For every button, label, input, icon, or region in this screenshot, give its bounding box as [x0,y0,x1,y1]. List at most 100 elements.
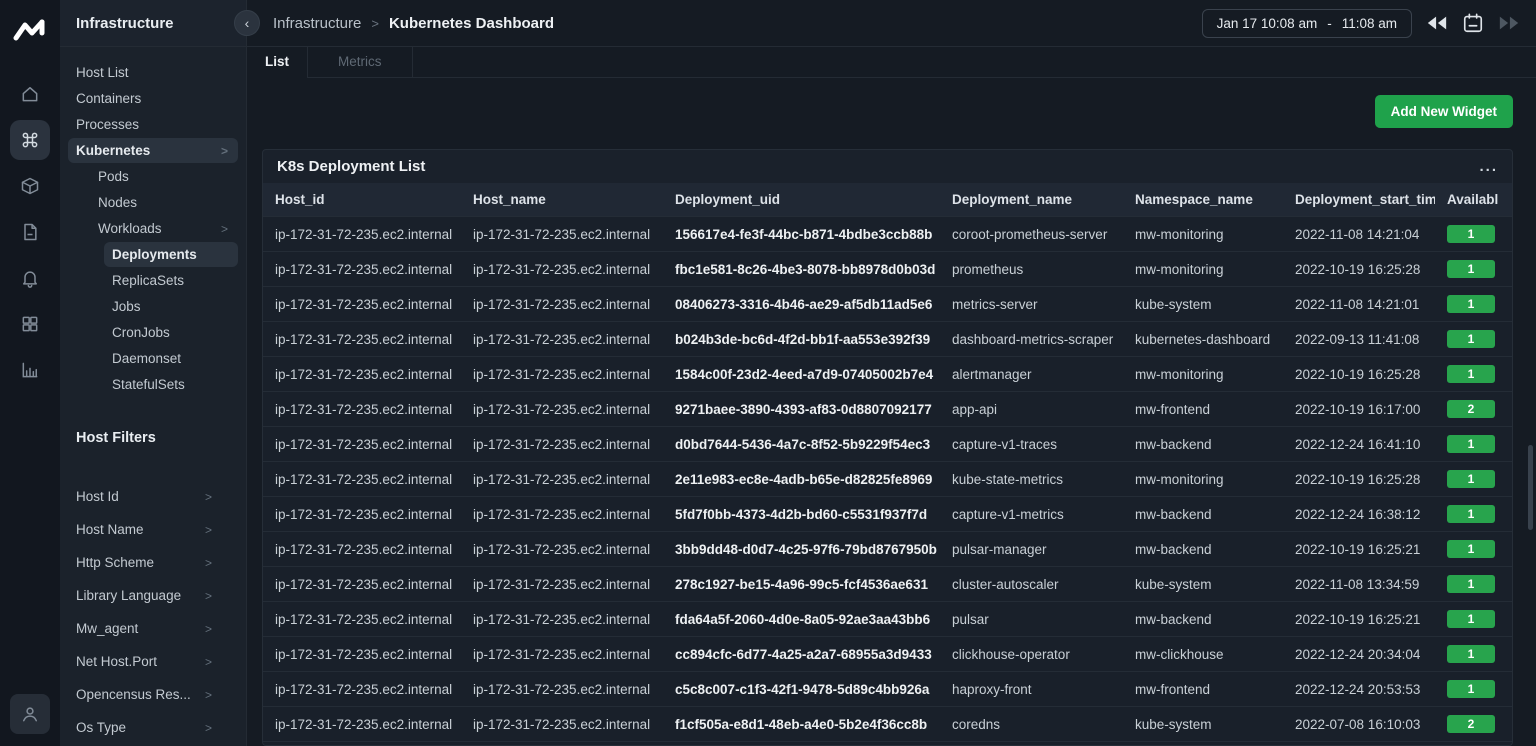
sidebar-item-kubernetes[interactable]: Kubernetes> [68,138,238,163]
tab-metrics[interactable]: Metrics [308,47,413,78]
bar-chart-icon[interactable] [10,350,50,390]
cell: ip-172-31-72-235.ec2.internal [461,322,663,357]
sidebar-item-processes[interactable]: Processes [68,112,238,137]
cell: 2022-11-08 14:21:01 [1283,287,1435,322]
home-icon[interactable] [10,74,50,114]
mw-wave-logo[interactable] [10,10,50,50]
back-button[interactable]: ‹ [234,10,260,36]
cell-deployment-uid: b024b3de-bc6d-4f2d-bb1f-aa553e392f39 [663,322,940,357]
cell: pulsar-manager [940,532,1123,567]
filter-item-mw-agent[interactable]: Mw_agent> [60,614,246,643]
filter-item-label: Http Scheme [76,555,154,570]
sidebar-item-statefulsets[interactable]: StatefulSets [104,372,238,397]
filter-item-label: Host Id [76,489,119,504]
sidebar-item-replicasets[interactable]: ReplicaSets [104,268,238,293]
cell: mw-backend [1123,532,1283,567]
user-icon[interactable] [10,694,50,734]
deployment-table: Host_idHost_nameDeployment_uidDeployment… [263,183,1512,745]
chevron-right-icon: > [221,222,228,236]
sidebar-item-nodes[interactable]: Nodes [90,190,238,215]
sidebar-item-label: Nodes [98,195,137,210]
table-row[interactable]: ip-172-31-72-235.ec2.internalip-172-31-7… [263,462,1512,497]
calendar-icon[interactable] [1462,12,1484,34]
cell: ip-172-31-72-235.ec2.internal [263,602,461,637]
available-count-badge: 1 [1447,610,1495,628]
cell: ip-172-31-72-235.ec2.internal [263,287,461,322]
available-count-badge: 1 [1447,680,1495,698]
cell: 2022-11-08 14:21:04 [1283,217,1435,252]
cell: app-api [940,392,1123,427]
table-row[interactable]: ip-172-31-72-235.ec2.internalip-172-31-7… [263,287,1512,322]
cell: capture-v1-metrics [940,497,1123,532]
filter-item-opencensus-res-[interactable]: Opencensus Res...> [60,680,246,709]
widget-menu-button[interactable]: ... [1479,162,1498,172]
table-row[interactable]: ip-172-31-72-235.ec2.internalip-172-31-7… [263,567,1512,602]
table-row[interactable]: ip-172-31-72-235.ec2.internalip-172-31-7… [263,707,1512,742]
filter-item-os-type[interactable]: Os Type> [60,713,246,742]
cell-deployment-uid: fbc1e581-8c26-4be3-8078-bb8978d0b03d [663,252,940,287]
table-row[interactable]: ip-172-31-72-235.ec2.internalip-172-31-7… [263,637,1512,672]
cell: mw-frontend [1123,672,1283,707]
cell-deployment-uid: 1584c00f-23d2-4eed-a7d9-07405002b7e4 [663,357,940,392]
table-row[interactable]: ip-172-31-72-235.ec2.internalip-172-31-7… [263,252,1512,287]
cell: 2022-12-24 16:41:10 [1283,427,1435,462]
cell-available: 1 [1435,322,1512,357]
available-count-badge: 1 [1447,365,1495,383]
table-row[interactable]: ip-172-31-72-235.ec2.internalip-172-31-7… [263,532,1512,567]
cell: ip-172-31-72-235.ec2.internal [461,217,663,252]
vertical-scrollbar[interactable] [1528,445,1533,530]
filter-item-library-language[interactable]: Library Language> [60,581,246,610]
table-row[interactable]: ip-172-31-72-235.ec2.internalip-172-31-7… [263,602,1512,637]
cell-available: 1 [1435,287,1512,322]
add-new-widget-button[interactable]: Add New Widget [1375,95,1513,128]
table-row[interactable]: ip-172-31-72-235.ec2.internalip-172-31-7… [263,322,1512,357]
cell: mw-monitoring [1123,217,1283,252]
breadcrumb-section[interactable]: Infrastructure [273,15,361,32]
rewind-icon[interactable] [1426,14,1448,32]
sidebar-item-pods[interactable]: Pods [90,164,238,189]
date-range-picker[interactable]: Jan 17 10:08 am - 11:08 am [1202,9,1412,38]
filter-item-host-id[interactable]: Host Id > [60,482,246,511]
cell-available: 1 [1435,637,1512,672]
sidebar-item-host-list[interactable]: Host List [68,60,238,85]
filter-item-http-scheme[interactable]: Http Scheme > [60,548,246,577]
cell: alertmanager [940,357,1123,392]
cell: ip-172-31-72-235.ec2.internal [461,427,663,462]
tab-list[interactable]: List [247,47,308,78]
chevron-right-icon: > [205,556,212,570]
chevron-right-icon: > [205,490,212,504]
cube-icon[interactable] [10,166,50,206]
document-icon[interactable] [10,212,50,252]
filter-item-net-host-port[interactable]: Net Host.Port> [60,647,246,676]
available-count-badge: 1 [1447,575,1495,593]
cell-available: 1 [1435,567,1512,602]
sidebar-item-daemonset[interactable]: Daemonset [104,346,238,371]
filter-item-host-name[interactable]: Host Name> [60,515,246,544]
deployment-table-wrap: Host_idHost_nameDeployment_uidDeployment… [263,183,1512,745]
sidebar-item-cronjobs[interactable]: CronJobs [104,320,238,345]
cell-deployment-uid: 156617e4-fe3f-44bc-b871-4bdbe3ccb88b [663,217,940,252]
bell-icon[interactable] [10,258,50,298]
sidebar-item-jobs[interactable]: Jobs [104,294,238,319]
table-row[interactable]: ip-172-31-72-235.ec2.internalip-172-31-7… [263,742,1512,746]
table-row[interactable]: ip-172-31-72-235.ec2.internalip-172-31-7… [263,497,1512,532]
available-count-badge: 1 [1447,295,1495,313]
sidebar-item-containers[interactable]: Containers [68,86,238,111]
forward-icon[interactable] [1498,14,1520,32]
cell: kube-state-metrics [940,462,1123,497]
cell: kubernetes-dashboard [1123,742,1283,746]
table-row[interactable]: ip-172-31-72-235.ec2.internalip-172-31-7… [263,672,1512,707]
table-row[interactable]: ip-172-31-72-235.ec2.internalip-172-31-7… [263,217,1512,252]
table-row[interactable]: ip-172-31-72-235.ec2.internalip-172-31-7… [263,357,1512,392]
sidebar-item-deployments[interactable]: Deployments [104,242,238,267]
cell: prometheus [940,252,1123,287]
table-row[interactable]: ip-172-31-72-235.ec2.internalip-172-31-7… [263,392,1512,427]
filter-item-label: Mw_agent [76,621,138,636]
cell-available: 1 [1435,462,1512,497]
column-header-availabl: Availabl [1435,183,1512,217]
command-icon[interactable] [10,120,50,160]
grid-icon[interactable] [10,304,50,344]
sidebar-item-workloads[interactable]: Workloads> [90,216,238,241]
breadcrumb-page: Kubernetes Dashboard [389,15,554,32]
table-row[interactable]: ip-172-31-72-235.ec2.internalip-172-31-7… [263,427,1512,462]
